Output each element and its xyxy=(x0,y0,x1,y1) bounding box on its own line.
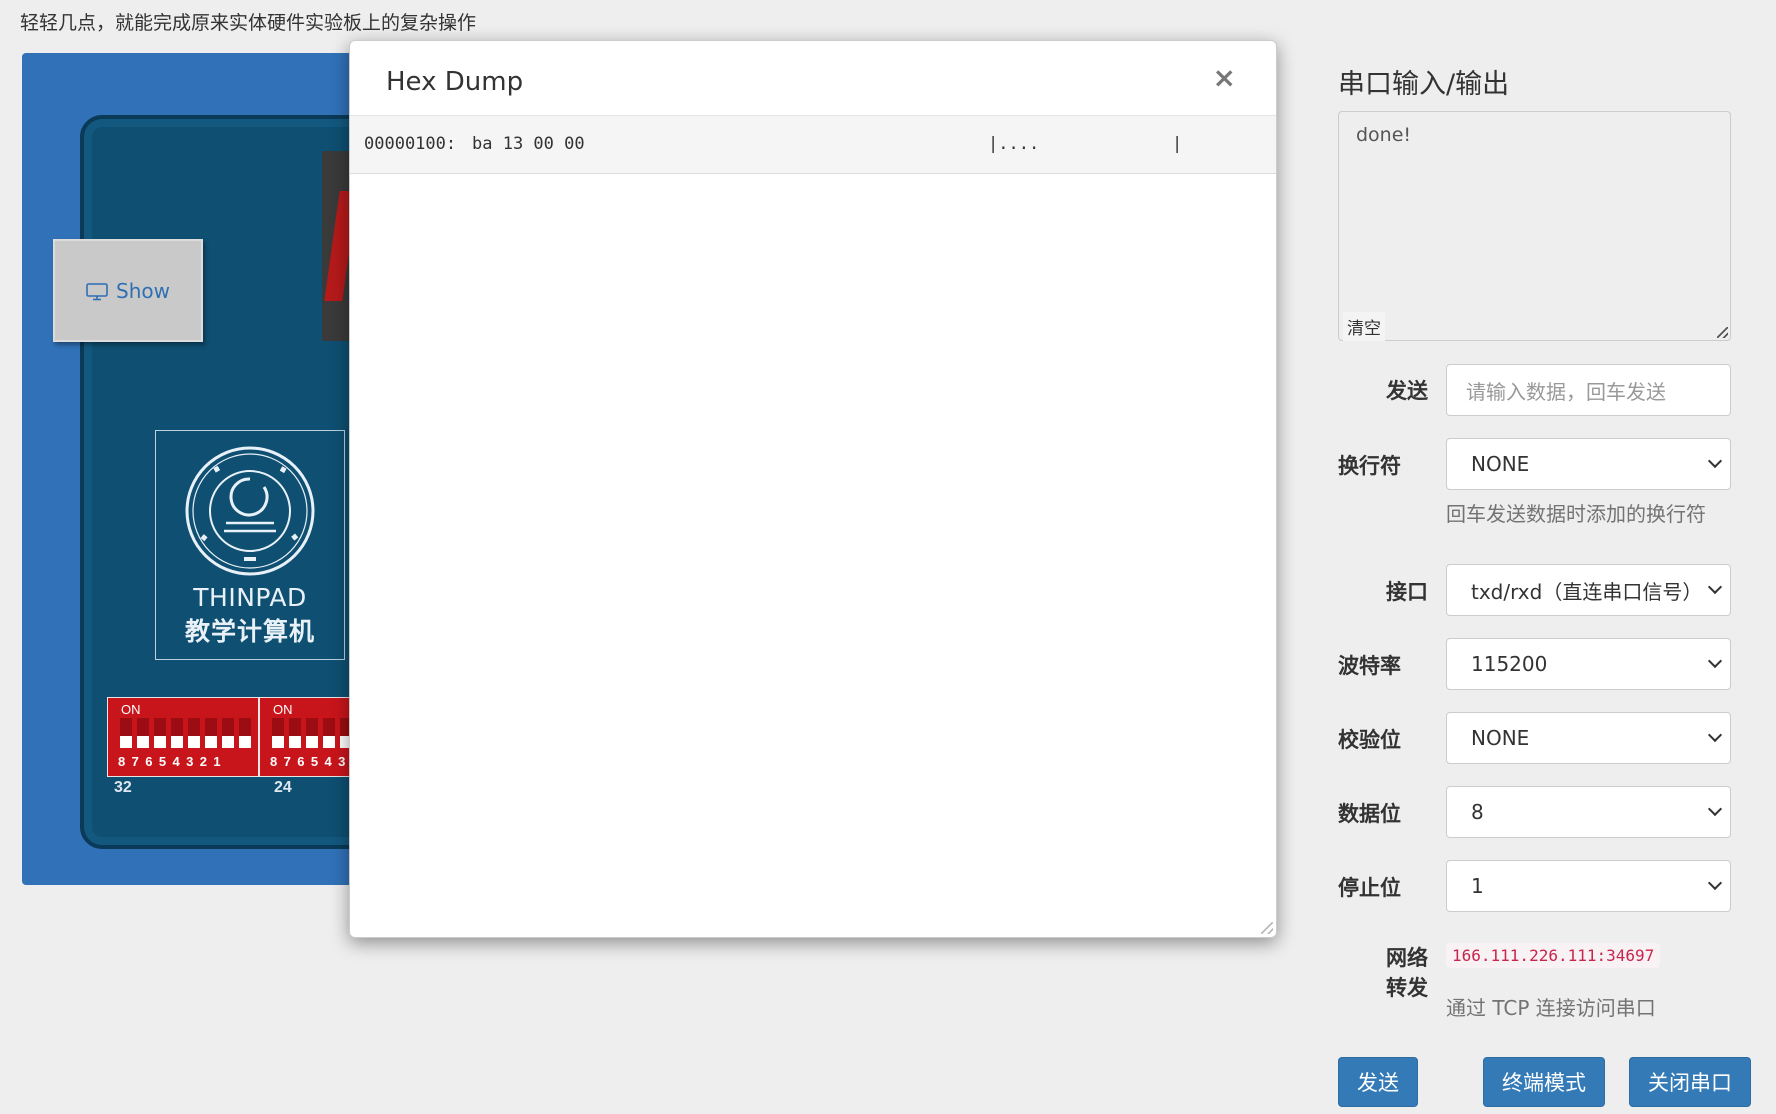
newline-label: 换行符 xyxy=(1338,454,1401,478)
interface-select[interactable]: txd/rxd（直连串口信号） xyxy=(1446,564,1731,616)
forward-address: 166.111.226.111:34697 xyxy=(1446,943,1661,968)
newline-help: 回车发送数据时添加的换行符 xyxy=(1446,502,1706,526)
serial-title: 串口输入/输出 xyxy=(1338,69,1510,100)
interface-label: 接口 xyxy=(1386,580,1428,604)
send-input[interactable]: 请输入数据，回车发送 xyxy=(1446,364,1731,416)
dip-switch-bank-32[interactable]: ON 87654321 xyxy=(107,697,259,777)
dip-switch[interactable] xyxy=(188,718,200,748)
send-label: 发送 xyxy=(1386,379,1428,403)
dip-switch[interactable] xyxy=(137,718,149,748)
terminal-mode-button[interactable]: 终端模式 xyxy=(1483,1057,1605,1107)
forward-help: 通过 TCP 连接访问串口 xyxy=(1446,996,1656,1020)
page-note: 轻轻几点，就能完成原来实体硬件实验板上的复杂操作 xyxy=(20,12,477,34)
tsinghua-seal-icon xyxy=(185,446,315,576)
modal-header: Hex Dump × xyxy=(350,41,1276,116)
hex-dump-row: 00000100: ba 13 00 00 |.... | xyxy=(350,116,1276,174)
dip-switch[interactable] xyxy=(239,718,251,748)
chevron-down-icon xyxy=(1707,875,1723,891)
serial-output[interactable]: done! 清空 xyxy=(1338,111,1731,341)
dip-numbers: 87654321 xyxy=(118,754,228,769)
chevron-down-icon xyxy=(1707,579,1723,595)
hex-offset: 00000100: xyxy=(364,134,457,154)
dip-switch[interactable] xyxy=(306,718,318,748)
databits-select[interactable]: 8 xyxy=(1446,786,1731,838)
hex-ascii: |.... xyxy=(988,134,1040,154)
show-button[interactable]: Show xyxy=(53,239,203,342)
resize-handle-icon[interactable] xyxy=(1261,922,1273,934)
send-button[interactable]: 发送 xyxy=(1338,1057,1418,1107)
parity-value: NONE xyxy=(1471,726,1530,750)
serial-output-text: done! xyxy=(1356,124,1412,146)
monitor-icon xyxy=(86,282,108,301)
logo-subtitle: 教学计算机 xyxy=(184,617,315,646)
databits-value: 8 xyxy=(1471,800,1484,824)
hex-dump-modal: Hex Dump × 00000100: ba 13 00 00 |.... | xyxy=(349,40,1277,938)
chevron-down-icon xyxy=(1707,727,1723,743)
dip-switch[interactable] xyxy=(154,718,166,748)
dip-label-32: 32 xyxy=(114,779,132,796)
chevron-down-icon xyxy=(1707,453,1723,469)
dip-on-label: ON xyxy=(273,702,293,717)
clear-button[interactable]: 清空 xyxy=(1343,312,1385,341)
stopbits-select[interactable]: 1 xyxy=(1446,860,1731,912)
databits-label: 数据位 xyxy=(1338,802,1401,826)
baud-value: 115200 xyxy=(1471,652,1548,676)
baud-select[interactable]: 115200 xyxy=(1446,638,1731,690)
parity-label: 校验位 xyxy=(1338,728,1401,752)
dip-on-label: ON xyxy=(121,702,141,717)
dip-label-24: 24 xyxy=(274,779,292,796)
baud-label: 波特率 xyxy=(1338,654,1401,678)
show-button-label: Show xyxy=(116,278,170,303)
parity-select[interactable]: NONE xyxy=(1446,712,1731,764)
dip-switch[interactable] xyxy=(171,718,183,748)
serial-panel: 串口输入/输出 done! 清空 发送 请输入数据，回车发送 换行符 NONE … xyxy=(1338,0,1758,1114)
forward-label-2: 转发 xyxy=(1386,976,1428,1000)
textarea-resize-icon[interactable] xyxy=(1717,327,1728,338)
interface-value: txd/rxd（直连串口信号） xyxy=(1471,579,1703,604)
dip-switch[interactable] xyxy=(222,718,234,748)
forward-label-1: 网络 xyxy=(1386,946,1428,970)
hex-ascii-end: | xyxy=(1172,134,1183,154)
stopbits-value: 1 xyxy=(1471,874,1484,898)
dip-switch[interactable] xyxy=(289,718,301,748)
close-icon[interactable]: × xyxy=(1213,61,1236,94)
chevron-down-icon xyxy=(1707,653,1723,669)
stopbits-label: 停止位 xyxy=(1338,876,1401,900)
thinpad-logo: THINPAD 教学计算机 xyxy=(155,430,345,660)
newline-value: NONE xyxy=(1471,452,1530,476)
logo-title: THINPAD xyxy=(193,583,307,612)
chevron-down-icon xyxy=(1707,801,1723,817)
close-port-button[interactable]: 关闭串口 xyxy=(1629,1057,1751,1107)
dip-switch[interactable] xyxy=(205,718,217,748)
hex-bytes: ba 13 00 00 xyxy=(472,134,585,154)
newline-select[interactable]: NONE xyxy=(1446,438,1731,490)
dip-switch[interactable] xyxy=(323,718,335,748)
dip-switch[interactable] xyxy=(120,718,132,748)
dip-switch[interactable] xyxy=(272,718,284,748)
modal-title: Hex Dump xyxy=(386,67,524,97)
